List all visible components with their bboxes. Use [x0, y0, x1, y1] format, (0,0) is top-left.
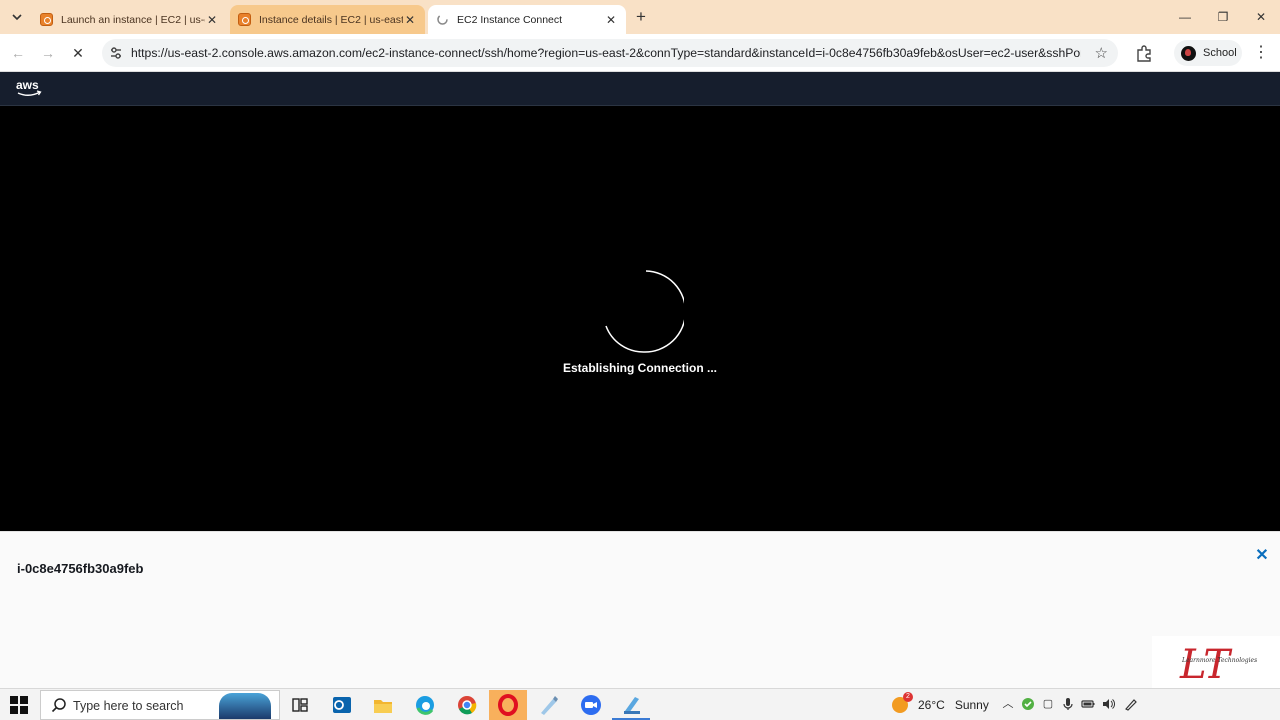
aws-favicon-icon: [40, 13, 53, 26]
browser-toolbar: ← → ✕ https://us-east-2.console.aws.amaz…: [0, 34, 1280, 72]
sun-icon: [892, 692, 913, 713]
notepad-app-icon[interactable]: [620, 693, 644, 717]
url-text[interactable]: https://us-east-2.console.aws.amazon.com…: [131, 46, 1081, 60]
paint-app-icon[interactable]: [537, 693, 561, 717]
tab-title: Instance details | EC2 | us-east-2: [259, 13, 403, 26]
weather-condition: Sunny: [954, 698, 989, 712]
svg-text:Learnmore Technologies: Learnmore Technologies: [1181, 657, 1257, 664]
tab-search-button[interactable]: [7, 7, 27, 27]
battery-icon[interactable]: [1081, 697, 1095, 711]
close-tab-icon[interactable]: ✕: [403, 13, 417, 27]
shield-status-icon[interactable]: [1021, 697, 1035, 711]
svg-text:LT: LT: [1179, 642, 1233, 688]
tab-instance-details[interactable]: Instance details | EC2 | us-east-2 ✕: [230, 5, 425, 34]
opera-icon: [498, 694, 518, 716]
window-close-icon[interactable]: ✕: [1252, 8, 1270, 26]
search-icon: [51, 698, 66, 713]
chevron-up-icon[interactable]: ︿: [1001, 697, 1015, 711]
microphone-icon[interactable]: [1061, 697, 1075, 711]
watermark-logo: LT Learnmore Technologies: [1152, 636, 1280, 688]
address-bar[interactable]: https://us-east-2.console.aws.amazon.com…: [102, 39, 1118, 67]
browser-tab-strip: Launch an instance | EC2 | us-east-2 ✕ I…: [0, 0, 1280, 34]
close-tab-icon[interactable]: ✕: [205, 13, 219, 27]
chrome-icon[interactable]: [455, 693, 479, 717]
avatar: [1181, 45, 1196, 61]
stop-loading-icon[interactable]: ✕: [68, 43, 88, 63]
extensions-puzzle-icon[interactable]: [1134, 43, 1154, 63]
close-tab-icon[interactable]: ✕: [604, 13, 618, 27]
tab-launch-instance[interactable]: Launch an instance | EC2 | us-east-2 ✕: [32, 5, 227, 34]
bookmark-star-icon[interactable]: ☆: [1095, 44, 1108, 62]
zoom-app-icon[interactable]: [579, 693, 603, 717]
tab-title: Launch an instance | EC2 | us-east-2: [61, 13, 205, 26]
svg-text:aws: aws: [16, 78, 39, 92]
tab-title: EC2 Instance Connect: [457, 13, 563, 26]
loading-spinner-icon: [605, 270, 684, 353]
close-panel-icon[interactable]: ✕: [1253, 547, 1271, 565]
outlook-icon[interactable]: [330, 693, 354, 717]
more-menu-icon[interactable]: ⋮: [1252, 43, 1270, 63]
profile-button[interactable]: School: [1174, 40, 1242, 66]
windows-taskbar: Type here to search 26°C Sunny ︿: [0, 688, 1280, 720]
aws-logo[interactable]: aws: [15, 77, 43, 99]
search-highlight-icon: [219, 693, 271, 719]
connection-status-text: Establishing Connection ...: [562, 361, 717, 375]
meet-now-icon[interactable]: ▢: [1041, 697, 1055, 711]
site-settings-icon[interactable]: [108, 45, 124, 61]
task-view-icon[interactable]: [288, 693, 312, 717]
loading-favicon-icon: [436, 13, 449, 26]
chevron-down-icon: [12, 14, 22, 21]
opera-taskbar-button[interactable]: [489, 690, 527, 720]
back-arrow-icon[interactable]: ←: [8, 43, 28, 63]
volume-icon[interactable]: [1101, 697, 1115, 711]
aws-header: aws: [0, 72, 1280, 106]
profile-label: School: [1203, 47, 1237, 59]
file-explorer-icon[interactable]: [371, 693, 395, 717]
tab-ec2-instance-connect[interactable]: EC2 Instance Connect ✕: [428, 5, 626, 34]
instance-id-label: i-0c8e4756fb30a9feb: [17, 561, 144, 576]
windows-start-icon[interactable]: [10, 696, 28, 714]
pen-workspace-icon[interactable]: [1124, 697, 1138, 711]
restore-icon[interactable]: ❐: [1214, 8, 1232, 26]
instance-info-panel: i-0c8e4756fb30a9feb ✕: [0, 531, 1280, 688]
forward-arrow-icon[interactable]: →: [38, 43, 58, 63]
aws-favicon-icon: [238, 13, 251, 26]
new-tab-plus-icon[interactable]: +: [632, 8, 650, 26]
edge-browser-icon[interactable]: [413, 693, 437, 717]
weather-temperature: 26°C: [918, 698, 945, 712]
minimize-icon[interactable]: —: [1176, 8, 1194, 26]
weather-widget[interactable]: 26°C Sunny: [892, 692, 989, 715]
search-placeholder: Type here to search: [73, 699, 184, 713]
taskbar-search-box[interactable]: Type here to search: [40, 690, 280, 720]
